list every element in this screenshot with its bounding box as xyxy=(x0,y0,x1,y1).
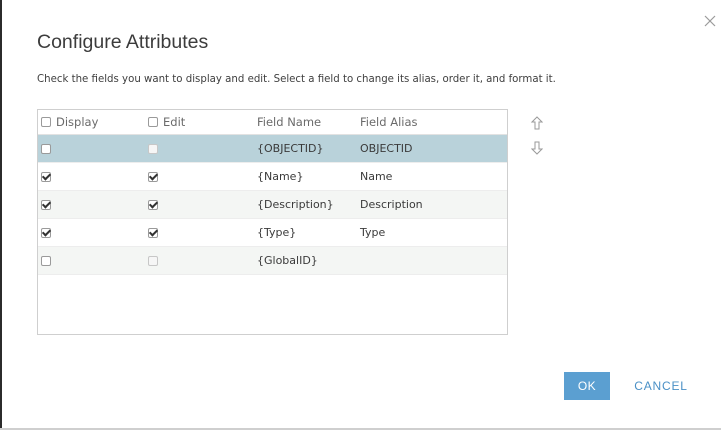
display-cell xyxy=(41,191,51,218)
header-display[interactable]: Display xyxy=(41,110,98,134)
table-row[interactable]: {Name} Name xyxy=(38,163,507,191)
arrow-down-icon[interactable] xyxy=(530,140,544,155)
field-name-cell: {Type} xyxy=(257,226,297,239)
display-checkbox[interactable] xyxy=(41,171,51,182)
header-display-label: Display xyxy=(56,115,99,129)
table-row[interactable]: {Type} Type xyxy=(38,219,507,247)
window-left-border xyxy=(0,0,2,430)
table-row[interactable]: {OBJECTID} OBJECTID xyxy=(38,135,507,163)
attributes-table: Display Edit Field Name Field Alias {OBJ… xyxy=(37,109,508,335)
table-header-row: Display Edit Field Name Field Alias xyxy=(38,110,507,135)
display-cell xyxy=(41,247,51,274)
arrow-up-icon[interactable] xyxy=(530,115,544,130)
display-checkbox[interactable] xyxy=(41,255,51,266)
edit-cell xyxy=(148,163,158,190)
field-alias-cell: OBJECTID xyxy=(360,142,413,155)
field-alias-cell: Name xyxy=(360,170,393,183)
field-name-cell: {GlobalID} xyxy=(257,254,318,267)
field-alias-cell: Description xyxy=(360,198,423,211)
ok-button[interactable]: OK xyxy=(564,372,610,400)
close-icon[interactable] xyxy=(703,14,717,28)
edit-cell xyxy=(148,247,158,274)
field-name-cell: {Name} xyxy=(257,170,304,183)
display-checkbox[interactable] xyxy=(41,227,51,238)
edit-checkbox xyxy=(148,255,158,266)
edit-checkbox[interactable] xyxy=(148,227,158,238)
display-cell xyxy=(41,135,51,162)
select-all-display-checkbox[interactable] xyxy=(41,117,51,127)
edit-cell xyxy=(148,191,158,218)
cancel-button[interactable]: CANCEL xyxy=(625,372,697,400)
display-cell xyxy=(41,219,51,246)
select-all-edit-checkbox[interactable] xyxy=(148,117,158,127)
display-checkbox[interactable] xyxy=(41,199,51,210)
edit-checkbox[interactable] xyxy=(148,171,158,182)
header-field-name: Field Name xyxy=(257,115,322,129)
edit-checkbox[interactable] xyxy=(148,199,158,210)
field-alias-cell: Type xyxy=(360,226,386,239)
edit-cell xyxy=(148,135,158,162)
table-row[interactable]: {Description} Description xyxy=(38,191,507,219)
table-row[interactable]: {GlobalID} xyxy=(38,247,507,275)
dialog-title: Configure Attributes xyxy=(37,31,209,53)
instructions-text: Check the fields you want to display and… xyxy=(37,74,556,85)
edit-cell xyxy=(148,219,158,246)
header-edit-label: Edit xyxy=(163,115,186,129)
display-checkbox[interactable] xyxy=(41,143,51,154)
field-name-cell: {Description} xyxy=(257,198,334,211)
header-edit[interactable]: Edit xyxy=(148,110,185,134)
display-cell xyxy=(41,163,51,190)
edit-checkbox xyxy=(148,143,158,154)
field-name-cell: {OBJECTID} xyxy=(257,142,324,155)
header-field-alias: Field Alias xyxy=(360,115,418,129)
